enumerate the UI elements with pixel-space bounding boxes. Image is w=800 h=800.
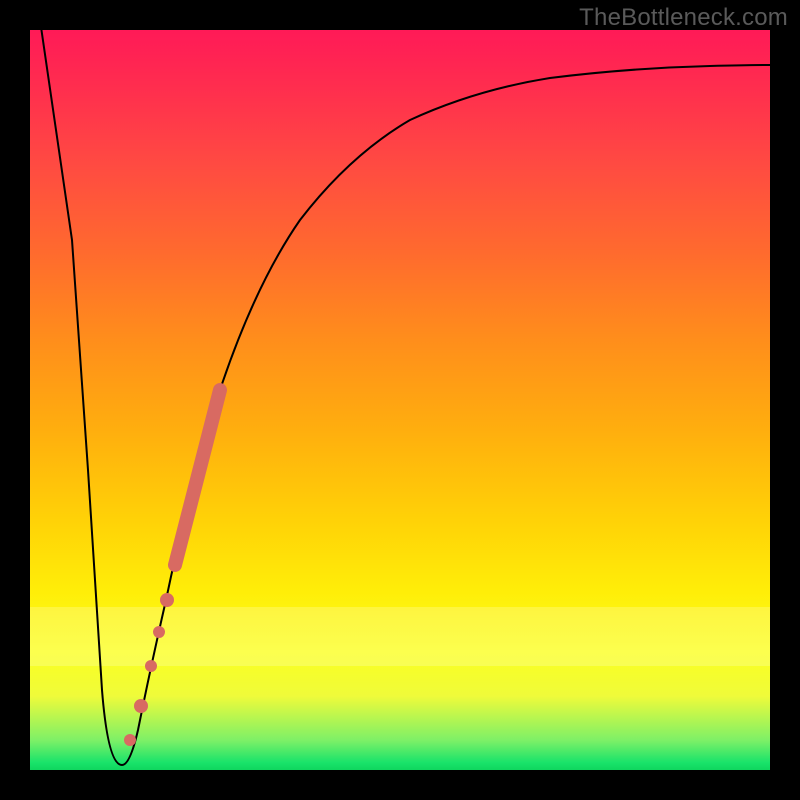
- marker-dot: [134, 699, 148, 713]
- marker-dot: [153, 626, 165, 638]
- marker-dot: [145, 660, 157, 672]
- bottleneck-curve-svg: [30, 30, 770, 770]
- watermark-text: TheBottleneck.com: [579, 4, 788, 32]
- marker-dot: [124, 734, 136, 746]
- marker-dot: [160, 593, 174, 607]
- bottleneck-curve: [40, 30, 770, 765]
- chart-frame: TheBottleneck.com: [0, 0, 800, 800]
- highlighted-range-segment: [175, 390, 220, 565]
- plot-area: [30, 30, 770, 770]
